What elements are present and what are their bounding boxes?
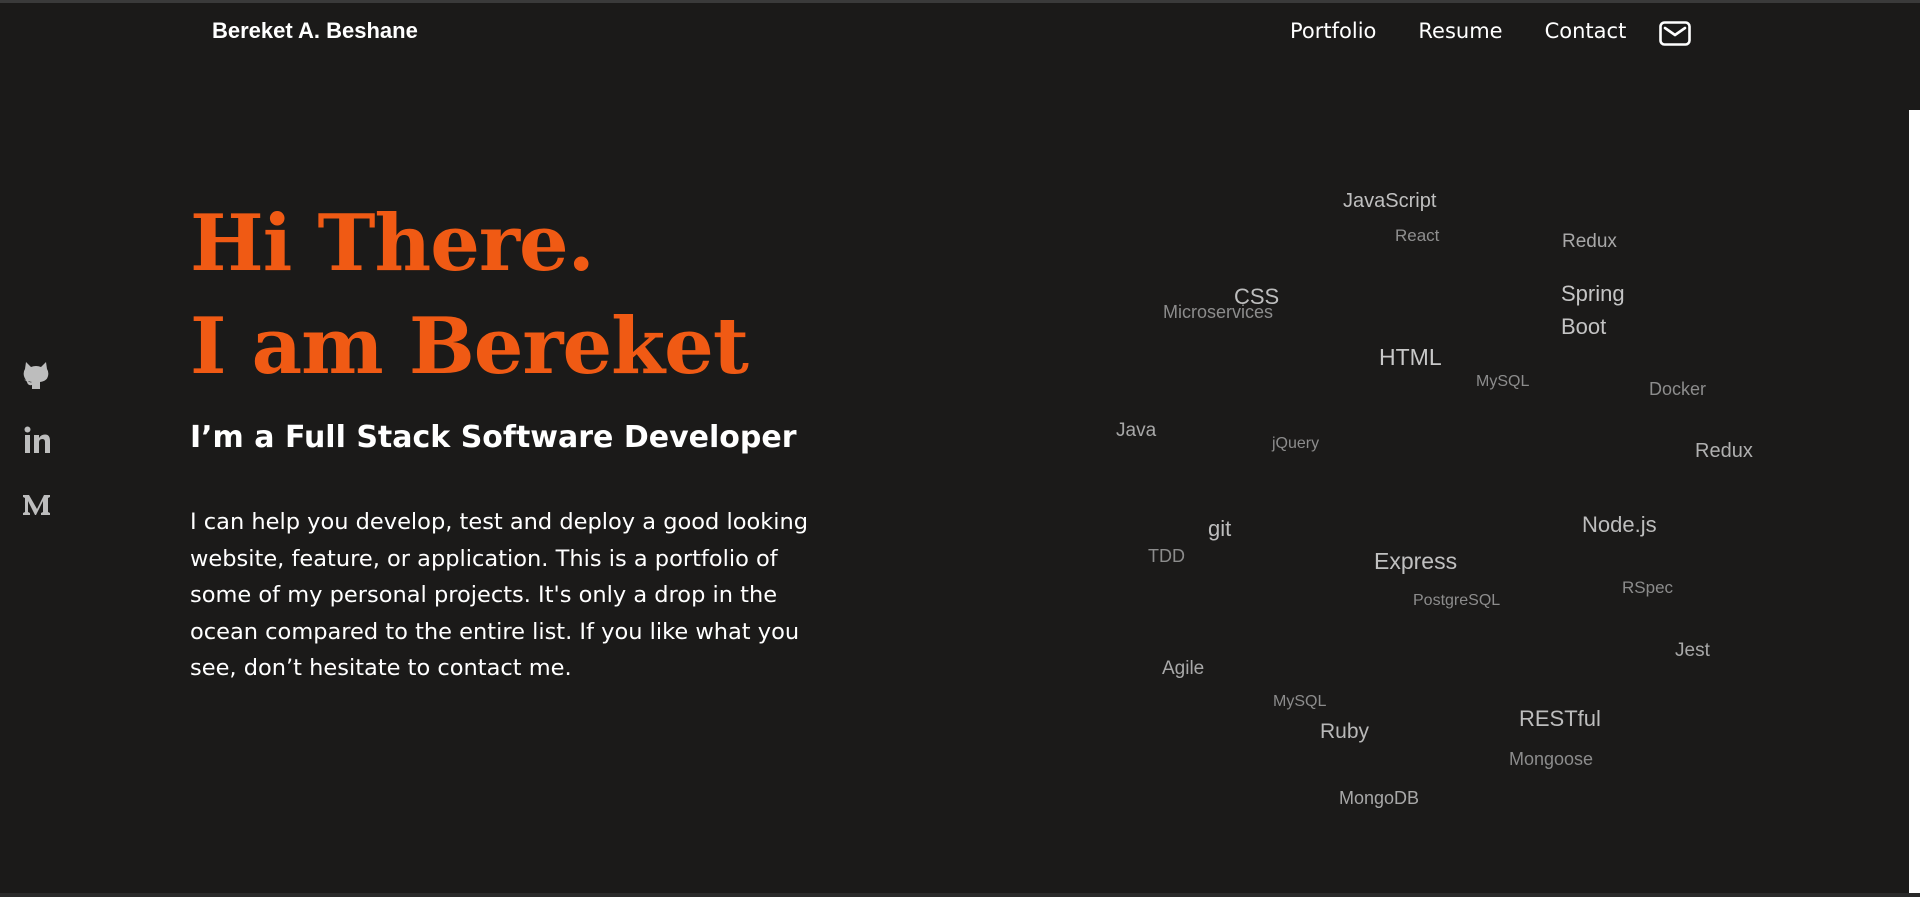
skill-tag: Redux — [1562, 231, 1617, 252]
skill-tag: Docker — [1649, 379, 1707, 399]
skill-tag: Mongoose — [1509, 749, 1594, 769]
skill-tag: MySQL — [1476, 373, 1530, 390]
nav-contact[interactable]: Contact — [1545, 19, 1627, 43]
skill-tag: RESTful — [1519, 706, 1601, 731]
skill-tag: RSpec — [1622, 578, 1674, 597]
medium-icon[interactable] — [22, 492, 52, 518]
bottom-border — [0, 893, 1920, 897]
skill-tag: TDD — [1148, 546, 1185, 566]
skill-tag: Java — [1116, 420, 1157, 441]
main-nav: Portfolio Resume Contact — [1290, 19, 1668, 43]
hero-greeting: Hi There. — [190, 198, 595, 289]
skill-tag: PostgreSQL — [1413, 592, 1501, 609]
skill-tag: Redux — [1695, 440, 1753, 462]
skill-tag: JavaScript — [1343, 190, 1437, 212]
skill-tag: MongoDB — [1339, 788, 1420, 808]
skill-tag: React — [1395, 226, 1440, 245]
skill-tag: Jest — [1675, 640, 1710, 661]
skill-tag: Ruby — [1320, 720, 1370, 743]
github-icon[interactable] — [22, 360, 50, 390]
top-border — [0, 0, 1920, 3]
brand-link[interactable]: Bereket A. Beshane — [212, 18, 418, 44]
hero-name: I am Bereket — [190, 301, 749, 392]
skill-tag: Node.js — [1582, 512, 1657, 537]
skill-tag: HTML — [1379, 344, 1442, 370]
page-edge — [1909, 110, 1920, 897]
skill-tag: MySQL — [1273, 693, 1327, 710]
mail-icon[interactable] — [1659, 21, 1691, 46]
skill-tag: Spring — [1561, 281, 1625, 306]
skill-tag: Microservices — [1163, 302, 1274, 322]
nav-resume[interactable]: Resume — [1418, 19, 1502, 43]
skill-tag: Express — [1374, 548, 1458, 574]
hero-subtitle: I’m a Full Stack Software Developer — [190, 420, 797, 455]
skill-tag: Agile — [1162, 658, 1205, 679]
skill-tag: git — [1208, 516, 1232, 541]
linkedin-icon[interactable] — [22, 425, 52, 455]
intro-paragraph: I can help you develop, test and deploy … — [190, 509, 809, 681]
nav-portfolio[interactable]: Portfolio — [1290, 19, 1376, 43]
skill-tag: jQuery — [1272, 435, 1320, 452]
skill-tag: Boot — [1561, 314, 1607, 339]
